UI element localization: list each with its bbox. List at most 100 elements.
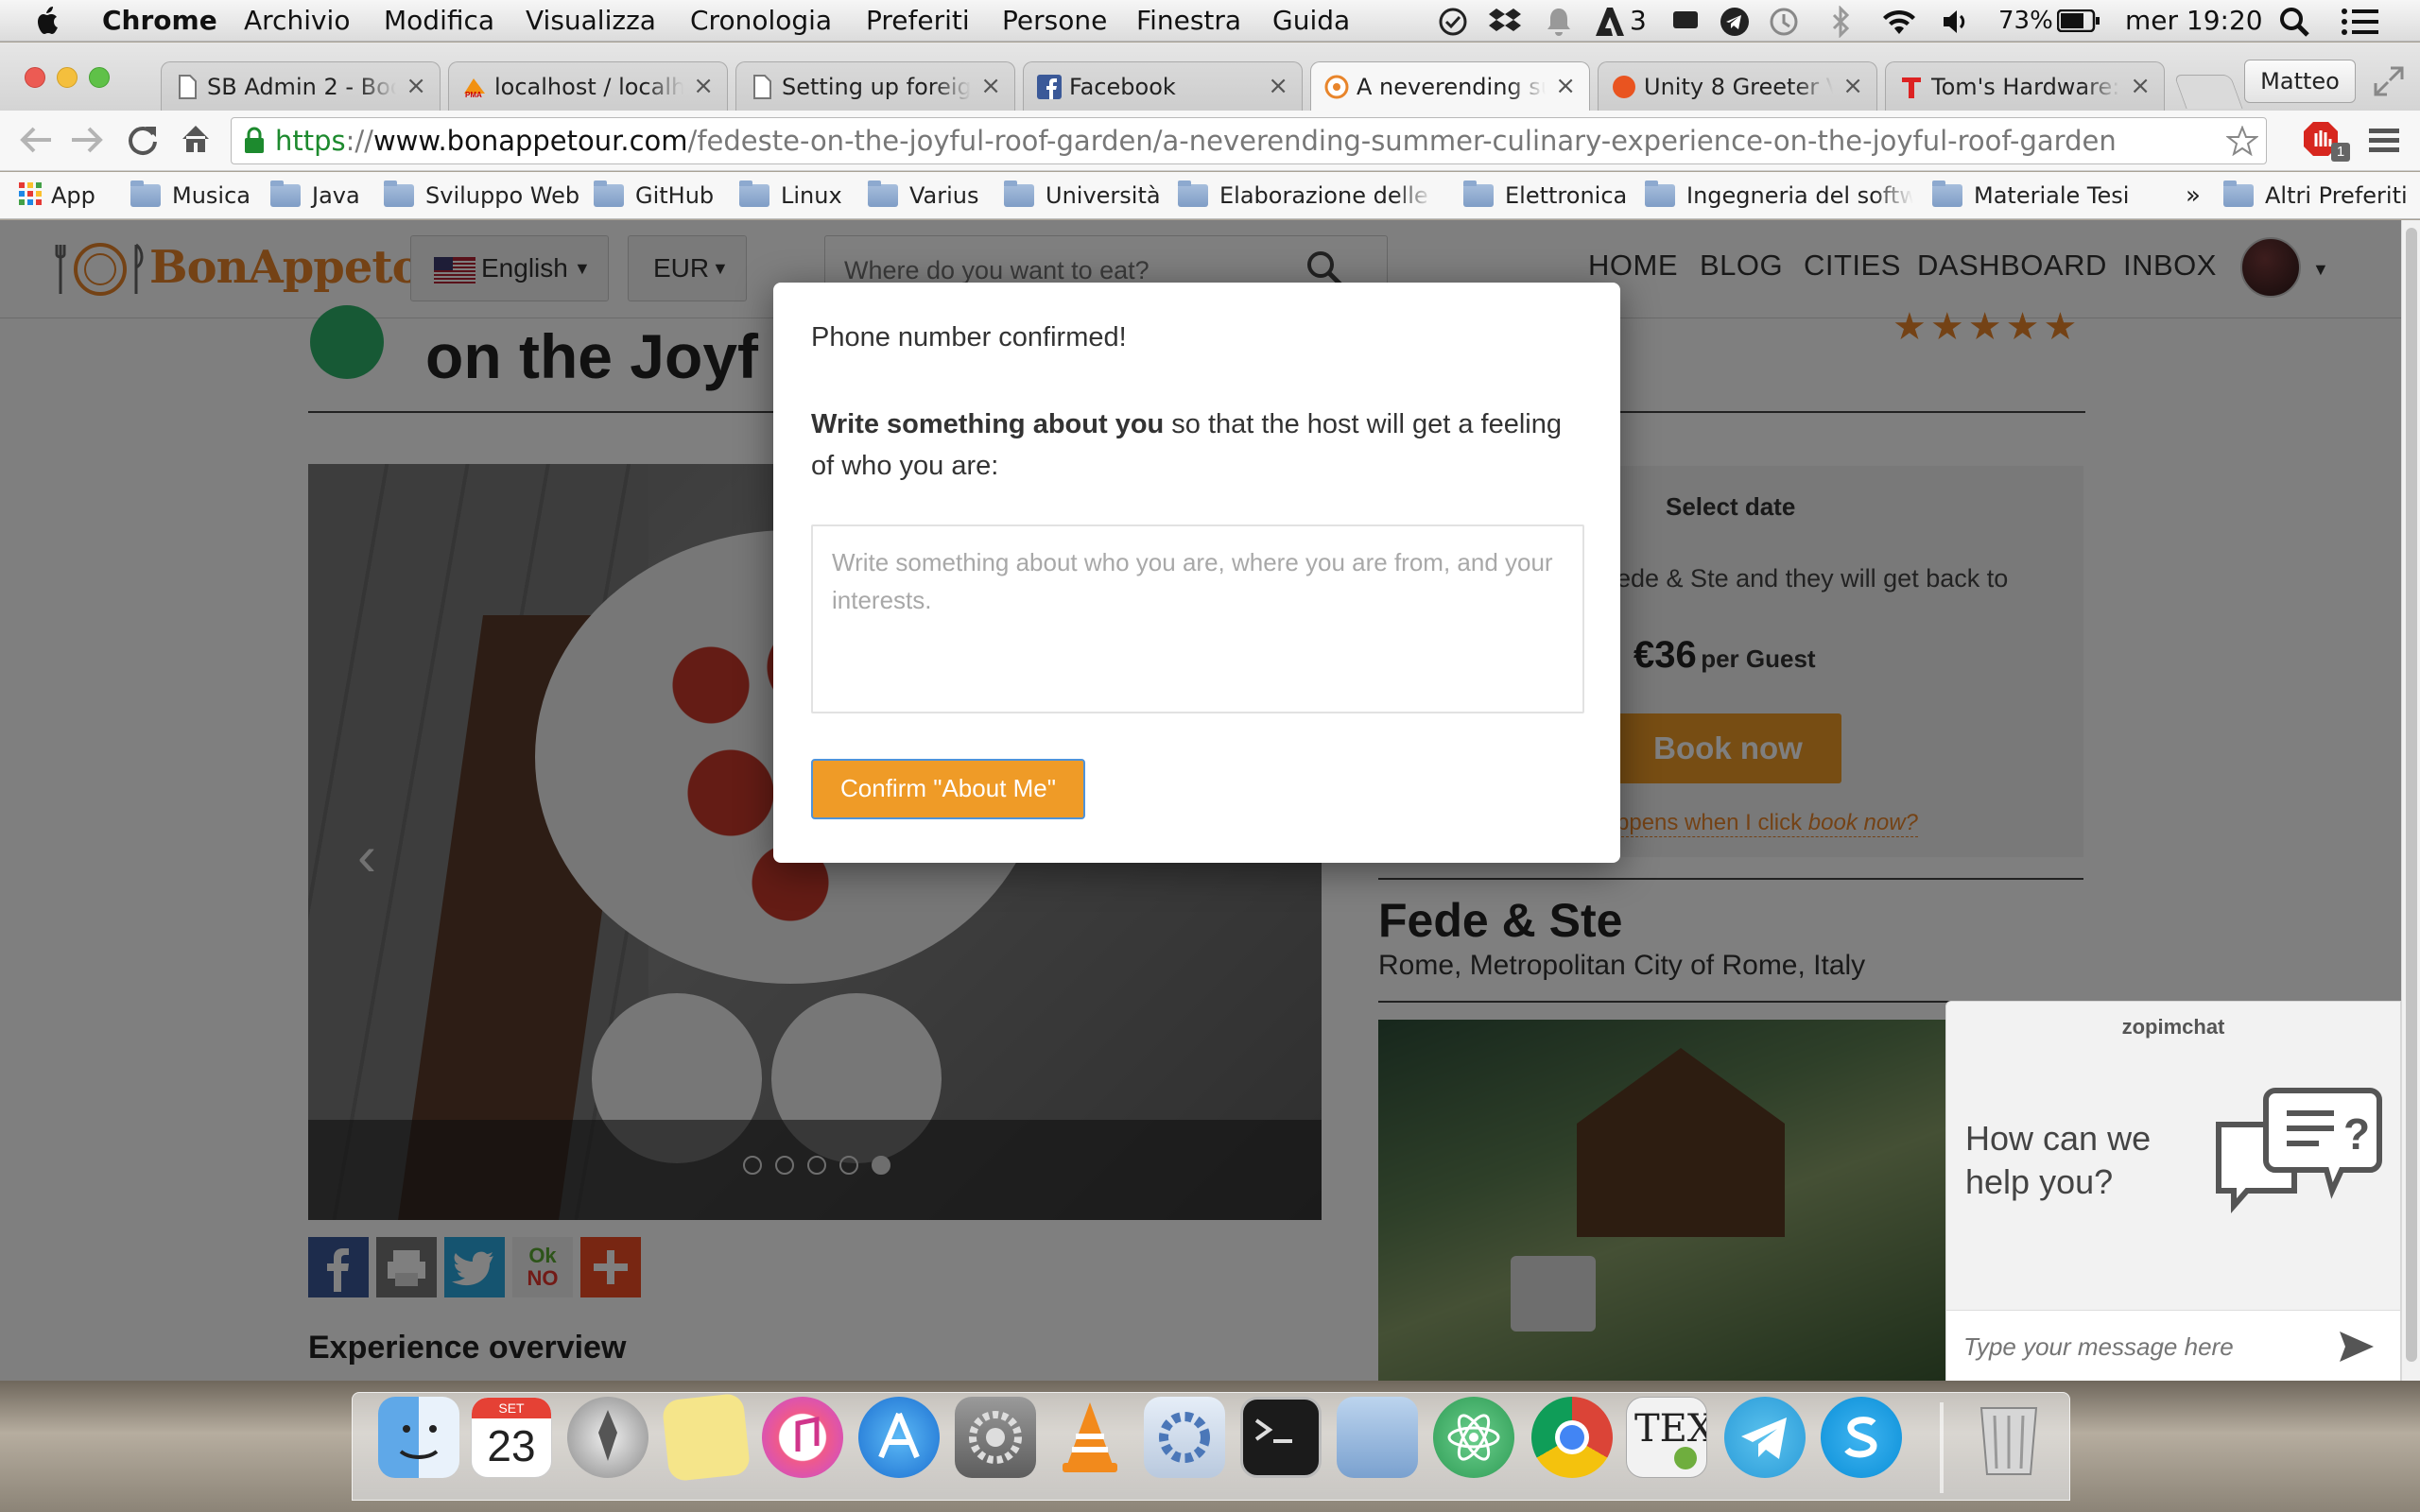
- atom-icon[interactable]: [1433, 1397, 1514, 1478]
- tab-sb-admin[interactable]: SB Admin 2 - Bootstrap ×: [161, 61, 441, 111]
- page-icon: [750, 75, 774, 99]
- bluetooth-icon[interactable]: [1830, 6, 1851, 38]
- bookmark-folder-elettronica[interactable]: Elettronica: [1463, 180, 1627, 212]
- forward-icon[interactable]: [70, 124, 104, 156]
- about-me-prompt: Write something about you so that the ho…: [811, 404, 1567, 487]
- close-tab-icon[interactable]: ×: [2130, 72, 2151, 100]
- tab-bonappetour-active[interactable]: A neverending summer ×: [1310, 61, 1590, 111]
- tab-phpmyadmin[interactable]: PMA localhost / localhost ×: [448, 61, 728, 111]
- send-icon[interactable]: [2338, 1330, 2376, 1364]
- page-scrollbar[interactable]: [2401, 220, 2420, 1381]
- about-me-textarea[interactable]: [811, 524, 1584, 713]
- zopim-chat-widget[interactable]: zopimchat How can we help you? ?: [1945, 1001, 2401, 1381]
- bookmark-apps[interactable]: App: [19, 180, 95, 212]
- telegram-menu-icon[interactable]: [1719, 6, 1751, 38]
- bookmark-label: Varius: [909, 182, 979, 209]
- bookmark-folder-materiale-tesi[interactable]: Materiale Tesi: [1932, 180, 2129, 212]
- new-tab-button[interactable]: [2173, 75, 2243, 109]
- bookmark-folder-github[interactable]: GitHub: [594, 180, 714, 212]
- chat-greeting: How can we help you?: [1965, 1119, 2152, 1201]
- bookmark-folder-musica[interactable]: Musica: [130, 180, 251, 212]
- tab-title: Unity 8 Greeter Video: [1644, 74, 1833, 100]
- tab-facebook[interactable]: Facebook ×: [1023, 61, 1303, 111]
- bookmark-folder-sviluppo-web[interactable]: Sviluppo Web: [384, 180, 579, 212]
- settings-icon[interactable]: [1144, 1397, 1225, 1478]
- bookmark-star-icon[interactable]: [2226, 126, 2258, 156]
- reload-icon[interactable]: [127, 123, 159, 157]
- zoom-window-button[interactable]: [89, 67, 110, 88]
- sidebar-toggle-icon[interactable]: [1673, 11, 1698, 28]
- close-tab-icon[interactable]: ×: [980, 72, 1001, 100]
- notification-count: 3: [1630, 5, 1647, 36]
- battery-icon[interactable]: [2057, 9, 2100, 32]
- close-tab-icon[interactable]: ×: [1842, 72, 1863, 100]
- chat-message-input[interactable]: [1963, 1328, 2323, 1366]
- texshop-icon[interactable]: TEX: [1626, 1397, 1707, 1478]
- menu-visualizza[interactable]: Visualizza: [526, 5, 656, 37]
- task-check-icon[interactable]: [1437, 6, 1469, 38]
- tab-unity8[interactable]: Unity 8 Greeter Video ×: [1598, 61, 1877, 111]
- notification-center-icon[interactable]: [2341, 8, 2378, 36]
- tab-toms-hardware[interactable]: Tom's Hardware: News ×: [1885, 61, 2165, 111]
- menu-cronologia[interactable]: Cronologia: [690, 5, 832, 37]
- chrome-icon[interactable]: [1531, 1397, 1613, 1478]
- bookmarks-overflow-chevron[interactable]: »: [2186, 180, 2201, 212]
- close-tab-icon[interactable]: ×: [1555, 72, 1576, 100]
- close-tab-icon[interactable]: ×: [1268, 72, 1288, 100]
- bell-icon[interactable]: [1545, 6, 1573, 38]
- scrollbar-thumb[interactable]: [2406, 228, 2417, 1362]
- trash-icon[interactable]: [1968, 1397, 2049, 1478]
- wifi-icon[interactable]: [1879, 6, 1919, 38]
- system-preferences-icon[interactable]: [955, 1397, 1036, 1478]
- app-menu-chrome[interactable]: Chrome: [102, 5, 217, 37]
- bookmark-folder-universita[interactable]: Università: [1004, 180, 1161, 212]
- menubar-clock[interactable]: mer 19:20: [2125, 5, 2263, 37]
- close-tab-icon[interactable]: ×: [693, 72, 714, 100]
- bookmark-label: Altri Preferiti: [2265, 182, 2408, 209]
- bookmark-folder-ingegneria[interactable]: Ingegneria del softw: [1645, 180, 1913, 212]
- time-machine-icon[interactable]: [1768, 6, 1800, 38]
- tab-title: SB Admin 2 - Bootstrap: [207, 74, 396, 100]
- notes-icon[interactable]: [661, 1392, 752, 1483]
- terminal-icon[interactable]: [1240, 1397, 1322, 1478]
- address-bar[interactable]: https://www.bonappetour.com/fedeste-on-t…: [231, 117, 2267, 164]
- close-tab-icon[interactable]: ×: [406, 72, 426, 100]
- preview-icon[interactable]: [1337, 1397, 1418, 1478]
- prompt-bold: Write something about you: [811, 409, 1165, 439]
- bookmark-folder-java[interactable]: Java: [270, 180, 360, 212]
- bookmark-folder-linux[interactable]: Linux: [739, 180, 842, 212]
- back-icon[interactable]: [19, 124, 53, 156]
- telegram-icon[interactable]: [1724, 1397, 1806, 1478]
- volume-icon[interactable]: [1942, 7, 1970, 37]
- menu-guida[interactable]: Guida: [1272, 5, 1350, 37]
- chrome-menu-icon[interactable]: [2369, 126, 2399, 156]
- folder-icon: [1645, 180, 1675, 207]
- bookmark-label: App: [51, 182, 95, 209]
- profile-button[interactable]: Matteo: [2244, 60, 2356, 103]
- menu-finestra[interactable]: Finestra: [1136, 5, 1241, 37]
- calendar-icon[interactable]: SET 23: [471, 1397, 552, 1478]
- close-window-button[interactable]: [25, 67, 45, 88]
- launchpad-icon[interactable]: [567, 1397, 648, 1478]
- confirm-about-me-button[interactable]: Confirm "About Me": [811, 759, 1085, 819]
- apple-menu-icon[interactable]: [34, 5, 62, 37]
- app-store-icon[interactable]: [858, 1397, 940, 1478]
- dropbox-icon[interactable]: [1488, 7, 1522, 37]
- bookmark-folder-varius[interactable]: Varius: [868, 180, 979, 212]
- menu-archivio[interactable]: Archivio: [244, 5, 350, 37]
- tab-foreign-keys[interactable]: Setting up foreign keys ×: [735, 61, 1015, 111]
- vlc-icon[interactable]: [1049, 1397, 1131, 1478]
- menu-modifica[interactable]: Modifica: [384, 5, 494, 37]
- bookmark-folder-altri-preferiti[interactable]: Altri Preferiti: [2223, 180, 2408, 212]
- finder-icon[interactable]: [378, 1397, 459, 1478]
- minimize-window-button[interactable]: [57, 67, 78, 88]
- bookmark-folder-elaborazione[interactable]: Elaborazione delle im: [1178, 180, 1433, 212]
- home-icon[interactable]: [180, 122, 212, 156]
- skype-icon[interactable]: [1821, 1397, 1902, 1478]
- menu-preferiti[interactable]: Preferiti: [866, 5, 970, 37]
- spotlight-icon[interactable]: [2278, 6, 2310, 38]
- fullscreen-icon[interactable]: [2373, 65, 2405, 97]
- menu-persone[interactable]: Persone: [1002, 5, 1107, 37]
- adobe-icon[interactable]: [1594, 6, 1626, 38]
- itunes-icon[interactable]: [762, 1397, 843, 1478]
